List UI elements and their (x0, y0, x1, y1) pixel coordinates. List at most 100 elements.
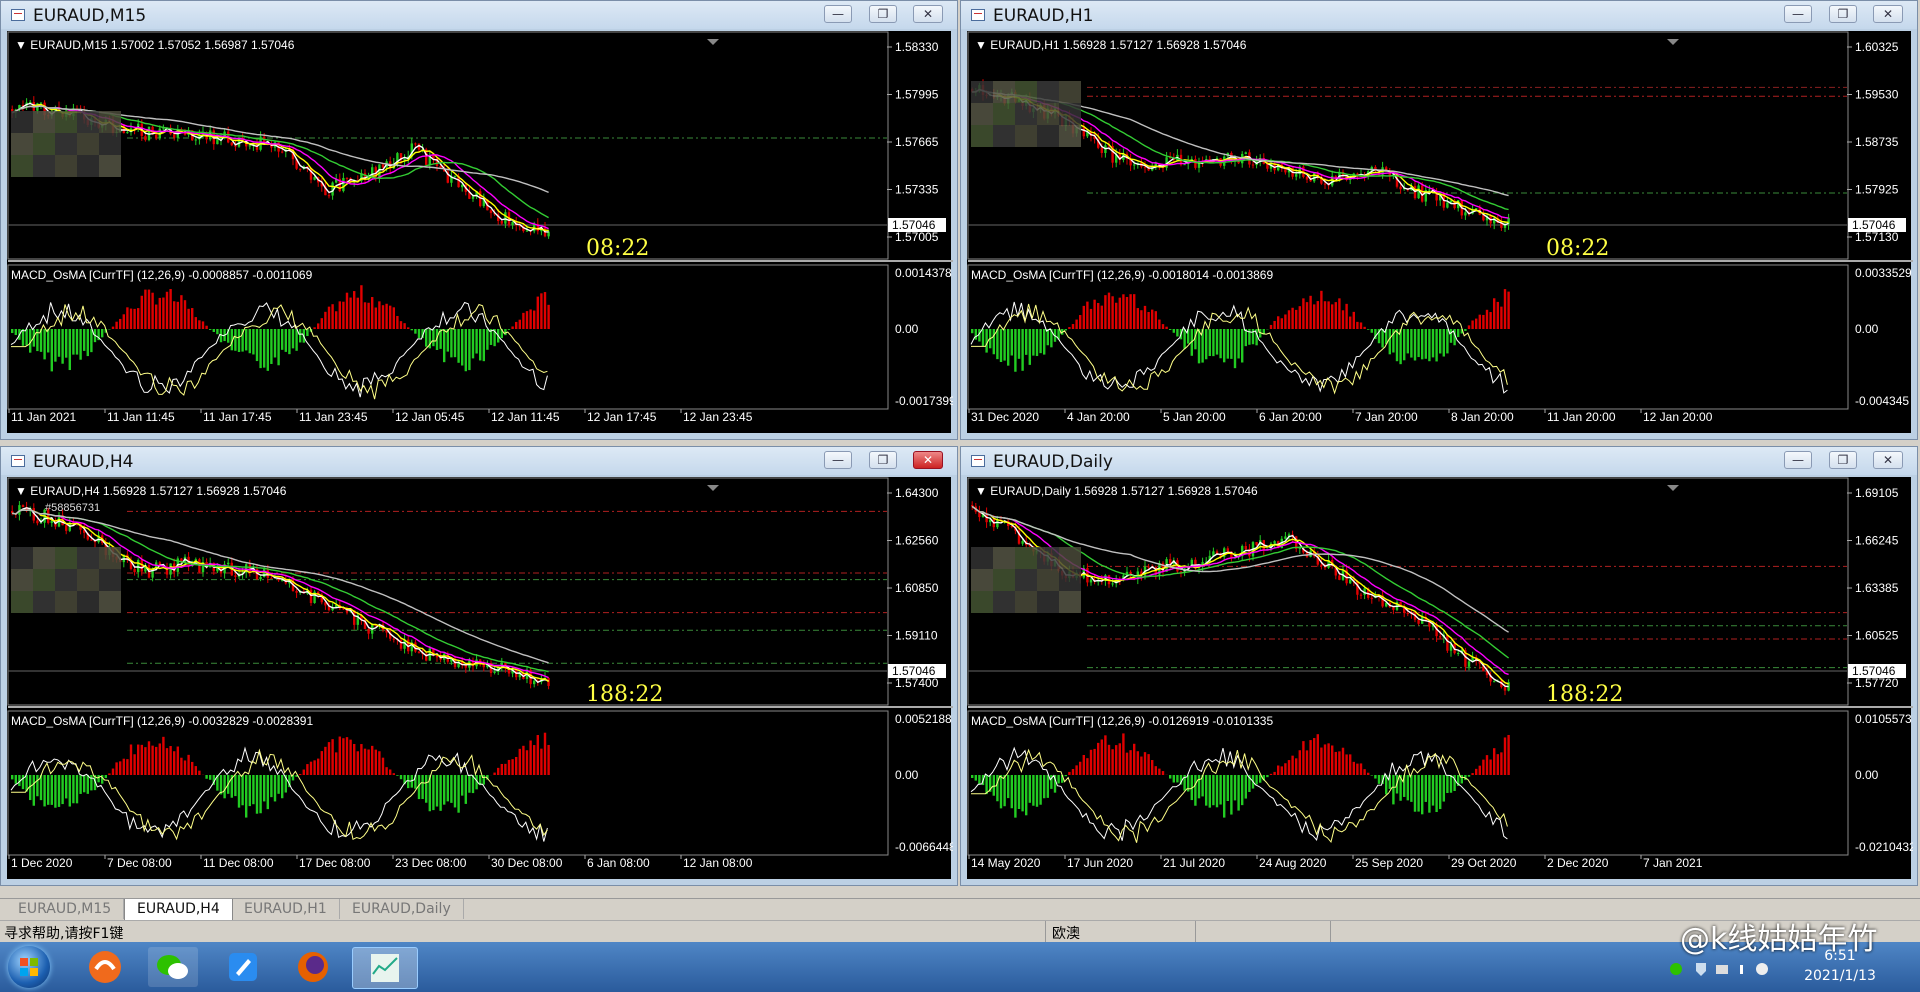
macd-bar (273, 775, 277, 802)
close-button[interactable]: ✕ (913, 451, 943, 469)
trading-app-icon[interactable] (352, 947, 418, 989)
chart-window-h4[interactable]: EURAUD,H4 — ❐ ✕ ▼ EURAUD,H4 1.56928 1.57… (0, 446, 958, 886)
macd-bar (317, 758, 320, 775)
macd-bar (479, 329, 482, 361)
macd-bar (140, 744, 143, 775)
chart-tab[interactable]: EURAUD,M15 (6, 899, 125, 919)
taskbar-app-orange-icon[interactable] (80, 947, 130, 987)
price-chart-svg[interactable]: ▼ EURAUD,Daily 1.56928 1.57127 1.56928 1… (967, 477, 1913, 881)
candle-body (1320, 564, 1323, 567)
maximize-button[interactable]: ❐ (1829, 5, 1857, 23)
macd-bar (475, 329, 478, 354)
macd-bar (137, 308, 140, 329)
macd-bar (1359, 763, 1363, 775)
macd-bar (1028, 329, 1031, 365)
date-axis-label: 23 Dec 08:00 (395, 856, 467, 870)
chart-window-d1[interactable]: EURAUD,Daily — ❐ ✕ ▼ EURAUD,Daily 1.5692… (960, 446, 1918, 886)
macd-bar (1219, 329, 1222, 359)
candle-body (1194, 159, 1197, 168)
date-axis-label: 12 Jan 05:45 (395, 410, 465, 424)
chart-window-h1[interactable]: EURAUD,H1 — ❐ ✕ ▼ EURAUD,H1 1.56928 1.57… (960, 0, 1918, 440)
candle-body (327, 195, 331, 197)
chart-area[interactable]: ▼ EURAUD,H4 1.56928 1.57127 1.56928 1.57… (7, 477, 953, 881)
macd-bar (327, 306, 331, 329)
maximize-button[interactable]: ❐ (1829, 451, 1857, 469)
macd-bar (144, 747, 147, 775)
minimize-button[interactable]: — (1784, 5, 1812, 23)
macd-scale-label: -0.0210432 (1855, 840, 1913, 854)
chart-header-ohlc: ▼ EURAUD,M15 1.57002 1.57052 1.56987 1.5… (15, 38, 295, 52)
macd-bar (525, 311, 529, 329)
date-axis-label: 24 Aug 2020 (1259, 856, 1327, 870)
macd-bar (1449, 329, 1453, 343)
macd-bar (1151, 309, 1154, 329)
macd-bar (396, 775, 399, 776)
window-titlebar[interactable]: EURAUD,H4 — ❐ ✕ (1, 447, 957, 475)
macd-bar (1241, 775, 1244, 806)
chart-area[interactable]: ▼ EURAUD,H1 1.56928 1.57127 1.56928 1.57… (967, 31, 1913, 435)
macd-bar (353, 291, 356, 329)
macd-bar (1003, 775, 1006, 807)
bar-timer: 188:22 (1546, 682, 1623, 707)
macd-bar (533, 745, 536, 775)
candle-body (489, 210, 493, 214)
shift-marker-icon[interactable] (707, 485, 719, 491)
macd-bar (1197, 329, 1201, 364)
macd-bar (435, 775, 439, 807)
macd-bar (1471, 320, 1474, 329)
macd-bar (11, 329, 14, 334)
macd-bar (1237, 329, 1240, 359)
macd-bar (1298, 750, 1301, 775)
macd-bar (1327, 301, 1330, 329)
macd-bar (1010, 329, 1013, 356)
macd-bar (50, 329, 53, 372)
price-chart-svg[interactable]: ▼ EURAUD,H4 1.56928 1.57127 1.56928 1.57… (7, 477, 953, 881)
chart-tab[interactable]: EURAUD,H1 (232, 899, 340, 919)
macd-bar (335, 752, 338, 775)
macd-bar (1295, 309, 1298, 329)
macd-bar (1439, 329, 1442, 354)
macd-bar (1129, 294, 1132, 329)
chart-area[interactable]: ▼ EURAUD,Daily 1.56928 1.57127 1.56928 1… (967, 477, 1913, 881)
macd-bar (363, 302, 367, 329)
minimize-button[interactable]: — (824, 451, 852, 469)
window-titlebar[interactable]: EURAUD,H1 — ❐ ✕ (961, 1, 1917, 29)
window-titlebar[interactable]: EURAUD,M15 — ❐ ✕ (1, 1, 957, 29)
macd-bar (1136, 751, 1139, 775)
macd-bar (1133, 294, 1136, 329)
close-button[interactable]: ✕ (1873, 5, 1903, 23)
minimize-button[interactable]: — (1784, 451, 1812, 469)
shift-marker-icon[interactable] (1667, 39, 1679, 45)
candle-body (1147, 566, 1150, 568)
start-button[interactable] (8, 946, 50, 988)
shift-marker-icon[interactable] (707, 39, 719, 45)
chart-window-m15[interactable]: EURAUD,M15 — ❐ ✕ ▼ EURAUD,M15 1.57002 1.… (0, 0, 958, 440)
macd-bar (14, 775, 17, 784)
maximize-button[interactable]: ❐ (869, 451, 897, 469)
macd-bar (1028, 775, 1031, 803)
macd-bar (1025, 329, 1028, 355)
macd-bar (309, 761, 313, 775)
close-button[interactable]: ✕ (1873, 451, 1903, 469)
chart-tab[interactable]: EURAUD,H4 (124, 899, 233, 921)
date-axis-label: 6 Jan 20:00 (1259, 410, 1322, 424)
price-chart-svg[interactable]: ▼ EURAUD,M15 1.57002 1.57052 1.56987 1.5… (7, 31, 953, 435)
macd-bar (191, 308, 194, 329)
wechat-icon[interactable] (148, 947, 198, 987)
maximize-button[interactable]: ❐ (869, 5, 897, 23)
chart-area[interactable]: ▼ EURAUD,M15 1.57002 1.57052 1.56987 1.5… (7, 31, 953, 435)
minimize-button[interactable]: — (824, 5, 852, 23)
shift-marker-icon[interactable] (1667, 485, 1679, 491)
candle-body (1133, 164, 1136, 166)
close-button[interactable]: ✕ (913, 5, 943, 23)
window-titlebar[interactable]: EURAUD,Daily — ❐ ✕ (961, 447, 1917, 475)
macd-bar (1478, 765, 1481, 775)
price-chart-svg[interactable]: ▼ EURAUD,H1 1.56928 1.57127 1.56928 1.57… (967, 31, 1913, 435)
notes-icon[interactable] (218, 947, 268, 987)
macd-bar (1071, 324, 1075, 329)
firefox-icon[interactable] (288, 947, 338, 987)
macd-bar (1323, 301, 1327, 329)
macd-bar (407, 775, 410, 789)
macd-bar (443, 329, 446, 363)
chart-tab[interactable]: EURAUD,Daily (340, 899, 464, 919)
